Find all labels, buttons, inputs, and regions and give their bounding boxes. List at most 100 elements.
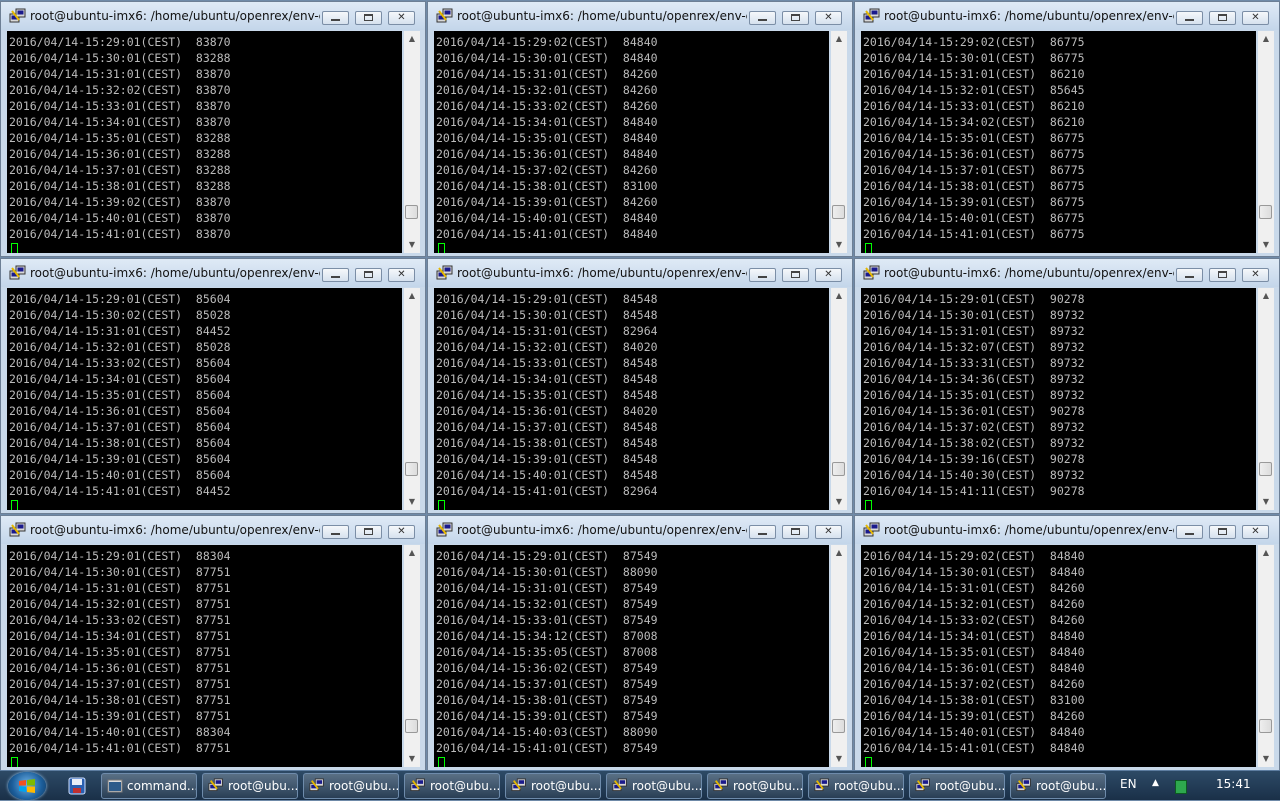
taskbar-button[interactable]: root@ubu... bbox=[404, 773, 500, 799]
window-titlebar[interactable]: root@ubuntu-imx6: /home/ubuntu/openrex/e… bbox=[855, 516, 1279, 544]
terminal-output[interactable]: 2016/04/14-15:29:01(CEST) 90278 2016/04/1… bbox=[861, 288, 1256, 510]
minimize-button[interactable] bbox=[749, 11, 776, 25]
putty-icon[interactable] bbox=[436, 8, 454, 24]
taskbar-button[interactable]: root@ubu... bbox=[505, 773, 601, 799]
terminal-output[interactable]: 2016/04/14-15:29:01(CEST) 88304 2016/04/1… bbox=[7, 545, 402, 767]
scroll-up-arrow-icon[interactable]: ▲ bbox=[1258, 545, 1274, 561]
scroll-thumb[interactable] bbox=[832, 205, 845, 219]
language-indicator[interactable]: EN bbox=[1120, 777, 1137, 791]
minimize-button[interactable] bbox=[1176, 268, 1203, 282]
scroll-up-arrow-icon[interactable]: ▲ bbox=[404, 31, 420, 47]
network-status-icon[interactable] bbox=[1175, 780, 1187, 794]
minimize-button[interactable] bbox=[749, 268, 776, 282]
putty-icon[interactable] bbox=[863, 265, 881, 281]
terminal-output[interactable]: 2016/04/14-15:29:01(CEST) 85604 2016/04/1… bbox=[7, 288, 402, 510]
putty-icon[interactable] bbox=[436, 522, 454, 538]
scroll-up-arrow-icon[interactable]: ▲ bbox=[831, 288, 847, 304]
scroll-up-arrow-icon[interactable]: ▲ bbox=[831, 31, 847, 47]
close-button[interactable]: ✕ bbox=[815, 268, 842, 282]
close-button[interactable]: ✕ bbox=[815, 11, 842, 25]
taskbar-button[interactable]: root@ubu... bbox=[1010, 773, 1106, 799]
putty-icon[interactable] bbox=[9, 265, 27, 281]
terminal-output[interactable]: 2016/04/14-15:29:02(CEST) 84840 2016/04/1… bbox=[861, 545, 1256, 767]
scroll-thumb[interactable] bbox=[405, 462, 418, 476]
terminal-window[interactable]: root@ubuntu-imx6: /home/ubuntu/openrex/e… bbox=[427, 1, 853, 257]
clock[interactable]: 15:41 bbox=[1216, 777, 1251, 791]
scroll-up-arrow-icon[interactable]: ▲ bbox=[1258, 31, 1274, 47]
terminal-output[interactable]: 2016/04/14-15:29:02(CEST) 86775 2016/04/1… bbox=[861, 31, 1256, 253]
window-titlebar[interactable]: root@ubuntu-imx6: /home/ubuntu/openrex/e… bbox=[1, 2, 425, 30]
taskbar-button[interactable]: command... bbox=[101, 773, 197, 799]
scroll-down-arrow-icon[interactable]: ▼ bbox=[831, 494, 847, 510]
minimize-button[interactable] bbox=[1176, 11, 1203, 25]
minimize-button[interactable] bbox=[749, 525, 776, 539]
terminal-window[interactable]: root@ubuntu-imx6: /home/ubuntu/openrex/e… bbox=[0, 258, 426, 514]
terminal-window[interactable]: root@ubuntu-imx6: /home/ubuntu/openrex/e… bbox=[854, 515, 1280, 771]
scroll-thumb[interactable] bbox=[1259, 462, 1272, 476]
window-titlebar[interactable]: root@ubuntu-imx6: /home/ubuntu/openrex/e… bbox=[1, 516, 425, 544]
terminal-window[interactable]: root@ubuntu-imx6: /home/ubuntu/openrex/e… bbox=[0, 1, 426, 257]
terminal-output[interactable]: 2016/04/14-15:29:01(CEST) 83870 2016/04/1… bbox=[7, 31, 402, 253]
maximize-button[interactable] bbox=[355, 11, 382, 25]
scroll-down-arrow-icon[interactable]: ▼ bbox=[831, 751, 847, 767]
putty-icon[interactable] bbox=[863, 522, 881, 538]
terminal-output[interactable]: 2016/04/14-15:29:02(CEST) 84840 2016/04/1… bbox=[434, 31, 829, 253]
scroll-up-arrow-icon[interactable]: ▲ bbox=[1258, 288, 1274, 304]
scroll-down-arrow-icon[interactable]: ▼ bbox=[404, 237, 420, 253]
scroll-up-arrow-icon[interactable]: ▲ bbox=[404, 545, 420, 561]
scroll-down-arrow-icon[interactable]: ▼ bbox=[404, 494, 420, 510]
scroll-thumb[interactable] bbox=[1259, 205, 1272, 219]
terminal-output[interactable]: 2016/04/14-15:29:01(CEST) 84548 2016/04/1… bbox=[434, 288, 829, 510]
taskbar-button[interactable]: root@ubu... bbox=[808, 773, 904, 799]
scroll-down-arrow-icon[interactable]: ▼ bbox=[404, 751, 420, 767]
scroll-thumb[interactable] bbox=[832, 719, 845, 733]
terminal-window[interactable]: root@ubuntu-imx6: /home/ubuntu/openrex/e… bbox=[0, 515, 426, 771]
close-button[interactable]: ✕ bbox=[388, 268, 415, 282]
close-button[interactable]: ✕ bbox=[1242, 268, 1269, 282]
scroll-thumb[interactable] bbox=[405, 205, 418, 219]
scroll-thumb[interactable] bbox=[832, 462, 845, 476]
minimize-button[interactable] bbox=[322, 268, 349, 282]
scroll-down-arrow-icon[interactable]: ▼ bbox=[1258, 237, 1274, 253]
vertical-scrollbar[interactable]: ▲ ▼ bbox=[831, 288, 847, 510]
putty-icon[interactable] bbox=[9, 8, 27, 24]
scroll-thumb[interactable] bbox=[1259, 719, 1272, 733]
vertical-scrollbar[interactable]: ▲ ▼ bbox=[831, 545, 847, 767]
window-titlebar[interactable]: root@ubuntu-imx6: /home/ubuntu/openrex/e… bbox=[855, 259, 1279, 287]
window-titlebar[interactable]: root@ubuntu-imx6: /home/ubuntu/openrex/e… bbox=[855, 2, 1279, 30]
floppy-save-icon[interactable] bbox=[66, 775, 88, 797]
vertical-scrollbar[interactable]: ▲ ▼ bbox=[1258, 288, 1274, 510]
vertical-scrollbar[interactable]: ▲ ▼ bbox=[831, 31, 847, 253]
tray-expand-icon[interactable]: ▲ bbox=[1152, 778, 1159, 788]
vertical-scrollbar[interactable]: ▲ ▼ bbox=[1258, 31, 1274, 253]
scroll-up-arrow-icon[interactable]: ▲ bbox=[831, 545, 847, 561]
close-button[interactable]: ✕ bbox=[1242, 11, 1269, 25]
window-titlebar[interactable]: root@ubuntu-imx6: /home/ubuntu/openrex/e… bbox=[428, 259, 852, 287]
maximize-button[interactable] bbox=[782, 268, 809, 282]
maximize-button[interactable] bbox=[355, 268, 382, 282]
window-titlebar[interactable]: root@ubuntu-imx6: /home/ubuntu/openrex/e… bbox=[1, 259, 425, 287]
putty-icon[interactable] bbox=[863, 8, 881, 24]
maximize-button[interactable] bbox=[782, 11, 809, 25]
scroll-thumb[interactable] bbox=[405, 719, 418, 733]
start-button[interactable] bbox=[8, 772, 46, 800]
vertical-scrollbar[interactable]: ▲ ▼ bbox=[1258, 545, 1274, 767]
vertical-scrollbar[interactable]: ▲ ▼ bbox=[404, 288, 420, 510]
putty-icon[interactable] bbox=[436, 265, 454, 281]
close-button[interactable]: ✕ bbox=[815, 525, 842, 539]
minimize-button[interactable] bbox=[322, 525, 349, 539]
scroll-down-arrow-icon[interactable]: ▼ bbox=[1258, 494, 1274, 510]
maximize-button[interactable] bbox=[1209, 268, 1236, 282]
window-titlebar[interactable]: root@ubuntu-imx6: /home/ubuntu/openrex/e… bbox=[428, 516, 852, 544]
terminal-output[interactable]: 2016/04/14-15:29:01(CEST) 87549 2016/04/1… bbox=[434, 545, 829, 767]
putty-icon[interactable] bbox=[9, 522, 27, 538]
close-button[interactable]: ✕ bbox=[388, 11, 415, 25]
taskbar-button[interactable]: root@ubu... bbox=[202, 773, 298, 799]
taskbar-button[interactable]: root@ubu... bbox=[909, 773, 1005, 799]
taskbar-button[interactable]: root@ubu... bbox=[606, 773, 702, 799]
vertical-scrollbar[interactable]: ▲ ▼ bbox=[404, 31, 420, 253]
terminal-window[interactable]: root@ubuntu-imx6: /home/ubuntu/openrex/e… bbox=[427, 258, 853, 514]
minimize-button[interactable] bbox=[1176, 525, 1203, 539]
maximize-button[interactable] bbox=[1209, 11, 1236, 25]
taskbar-button[interactable]: root@ubu... bbox=[303, 773, 399, 799]
